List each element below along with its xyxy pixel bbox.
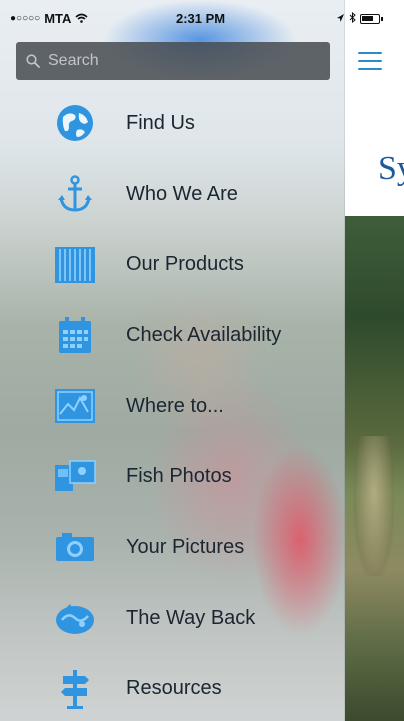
location-icon xyxy=(336,11,345,26)
menu-item-fish-photos[interactable]: Fish Photos xyxy=(0,441,344,512)
menu-item-find-us[interactable]: Find Us xyxy=(0,88,344,159)
status-bar: ●○○○○ MTA 2:31 PM xyxy=(0,0,404,36)
menu-item-label: Your Pictures xyxy=(126,535,245,558)
main-app-panel[interactable]: Sy xyxy=(344,0,404,721)
menu-item-who-we-are[interactable]: Who We Are xyxy=(0,159,344,230)
search-icon xyxy=(26,54,40,68)
status-left: ●○○○○ MTA xyxy=(10,11,88,26)
carrier-name: MTA xyxy=(44,11,72,26)
globe-icon xyxy=(54,102,96,144)
menu-item-label: Check Availability xyxy=(126,323,282,346)
menu-item-resources[interactable]: Resources xyxy=(0,654,344,721)
search-input[interactable] xyxy=(46,51,320,71)
menu-item-the-way-back[interactable]: The Way Back xyxy=(0,583,344,654)
search-bar[interactable] xyxy=(16,42,330,80)
signpost-icon xyxy=(54,668,96,710)
main-title: Sy xyxy=(378,150,404,187)
menu-item-label: Find Us xyxy=(126,111,195,134)
anchor-icon xyxy=(54,173,96,215)
menu-item-our-products[interactable]: Our Products xyxy=(0,229,344,300)
menu-item-label: Who We Are xyxy=(126,182,238,205)
status-time: 2:31 PM xyxy=(176,11,226,26)
menu-item-where-to[interactable]: Where to... xyxy=(0,371,344,442)
menu-item-check-availability[interactable]: Check Availability xyxy=(0,300,344,371)
battery-icon xyxy=(360,13,383,24)
menu-item-label: Where to... xyxy=(126,394,224,417)
screen: Sy Find Us xyxy=(0,0,404,721)
menu-item-label: Resources xyxy=(126,677,222,700)
wifi-icon xyxy=(75,12,88,26)
menu-item-your-pictures[interactable]: Your Pictures xyxy=(0,512,344,583)
drawer-menu: Find Us Who We Are Our Products Check Av… xyxy=(0,88,344,721)
side-drawer: Find Us Who We Are xyxy=(0,0,345,721)
products-icon xyxy=(54,244,96,286)
hamburger-menu-icon[interactable] xyxy=(358,52,382,70)
status-right xyxy=(336,11,383,26)
calendar-icon xyxy=(54,314,96,356)
menu-item-label: The Way Back xyxy=(126,606,256,629)
hero-photo xyxy=(344,216,404,721)
signal-strength-icon: ●○○○○ xyxy=(10,13,41,24)
menu-item-label: Fish Photos xyxy=(126,465,232,488)
camera-icon xyxy=(54,526,96,568)
map-icon xyxy=(54,385,96,427)
way-back-icon xyxy=(54,597,96,639)
bluetooth-icon xyxy=(349,11,356,26)
photos-icon xyxy=(54,456,96,498)
menu-item-label: Our Products xyxy=(126,253,244,276)
